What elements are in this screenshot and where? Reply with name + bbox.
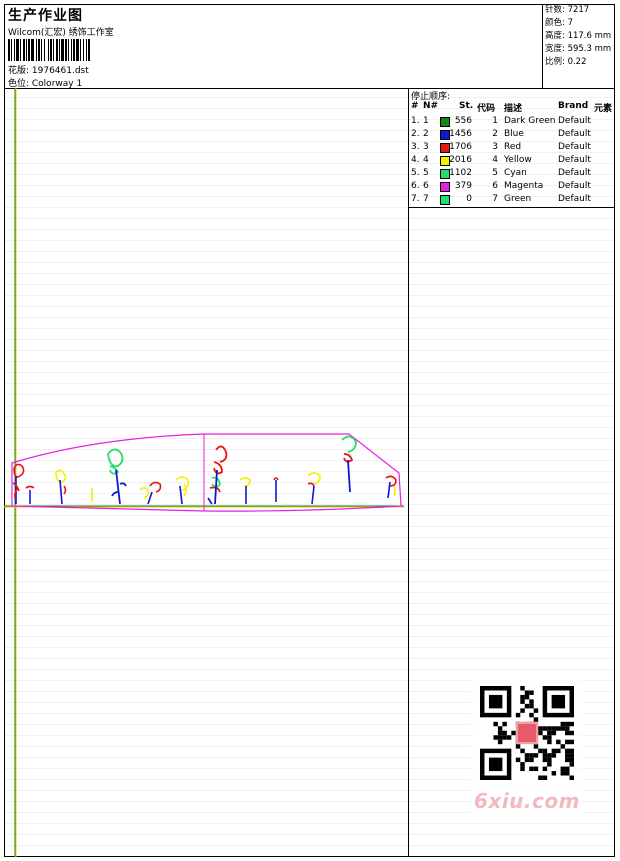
color-count: 颜色: 7 (545, 18, 573, 28)
color-swatch (440, 195, 450, 205)
row-no: 6 (423, 181, 429, 191)
col-num: # (411, 101, 419, 111)
col-brand: Brand (558, 101, 589, 111)
flower-12 (307, 472, 321, 505)
sequence-row: 5. 5 1102 5 Cyan Default (409, 167, 615, 180)
row-desc: Magenta (504, 181, 544, 191)
row-brand: Default (558, 155, 591, 165)
flower-11 (273, 477, 279, 502)
row-desc: Green (504, 194, 532, 204)
flower-10 (239, 477, 251, 504)
design-height: 高度: 117.6 mm (545, 31, 612, 41)
flower-6 (139, 481, 162, 505)
sequence-row: 7. 7 0 7 Green Default (409, 193, 615, 206)
row-num: 6. (411, 181, 420, 191)
header: 生产作业图 Wilcom(汇宏) 绣饰工作室 花版: 1976461.dst 色… (4, 4, 542, 89)
col-code: 代码 (477, 104, 496, 114)
flower-13 (341, 435, 357, 493)
row-brand: Default (558, 116, 591, 126)
col-desc: 描述 (504, 104, 523, 114)
stitch-count: 针数: 7217 (545, 5, 590, 15)
row-num: 7. (411, 194, 420, 204)
flower-5 (107, 448, 127, 505)
row-code: 5 (492, 168, 498, 178)
color-swatch (440, 182, 450, 192)
row-code: 7 (492, 194, 498, 204)
row-desc: Yellow (504, 155, 532, 165)
barcode (8, 39, 142, 61)
flower-14 (385, 475, 397, 499)
flower-8 (207, 497, 213, 505)
barcode-bar (90, 39, 91, 61)
sequence-header: # N# St. 代码 描述 Brand 元素 (409, 101, 615, 114)
row-num: 5. (411, 168, 420, 178)
row-stitches: 2016 (449, 155, 472, 165)
row-num: 1. (411, 116, 420, 126)
row-code: 4 (492, 155, 498, 165)
row-stitches: 1456 (449, 129, 472, 139)
row-desc: Red (504, 142, 522, 152)
sequence-row: 4. 4 2016 4 Yellow Default (409, 154, 615, 167)
sequence-divider (409, 207, 615, 208)
flower-7 (175, 476, 190, 505)
row-no: 1 (423, 116, 429, 126)
row-brand: Default (558, 142, 591, 152)
sequence-row: 1. 1 556 1 Dark Green Default (409, 115, 615, 128)
row-code: 6 (492, 181, 498, 191)
row-stitches: 379 (454, 181, 472, 191)
flower-2 (25, 485, 35, 504)
company-name: Wilcom(汇宏) 绣饰工作室 (8, 28, 114, 38)
row-stitches: 0 (466, 194, 472, 204)
row-num: 4. (411, 155, 420, 165)
row-stitches: 1706 (449, 142, 472, 152)
flower-1 (12, 463, 25, 504)
row-code: 1 (492, 116, 498, 126)
row-brand: Default (558, 181, 591, 191)
col-elem: 元素 (594, 104, 613, 114)
row-no: 7 (423, 194, 429, 204)
row-no: 5 (423, 168, 429, 178)
sequence-row: 2. 2 1456 2 Blue Default (409, 128, 615, 141)
color-swatch (440, 117, 450, 127)
row-desc: Blue (504, 129, 524, 139)
row-brand: Default (558, 129, 591, 139)
row-stitches: 1102 (449, 168, 472, 178)
sequence-row: 6. 6 379 6 Magenta Default (409, 180, 615, 193)
embroidery-preview (4, 88, 404, 857)
row-desc: Cyan (504, 168, 527, 178)
row-code: 3 (492, 142, 498, 152)
row-no: 2 (423, 129, 429, 139)
flower-9 (209, 445, 228, 505)
col-no: N# (423, 101, 439, 111)
page-title: 生产作业图 (8, 8, 83, 24)
row-desc: Dark Green (504, 116, 556, 126)
qr-code (480, 686, 574, 780)
specs-panel: 针数: 7217 颜色: 7 高度: 117.6 mm 宽度: 595.3 mm… (542, 4, 615, 88)
row-brand: Default (558, 194, 591, 204)
design-width: 宽度: 595.3 mm (545, 44, 612, 54)
row-no: 3 (423, 142, 429, 152)
row-num: 3. (411, 142, 420, 152)
scale: 比例: 0.22 (545, 57, 587, 67)
flower-3 (55, 469, 67, 505)
col-st: St. (459, 101, 474, 111)
row-num: 2. (411, 129, 420, 139)
row-code: 2 (492, 129, 498, 139)
row-no: 4 (423, 155, 429, 165)
row-brand: Default (558, 168, 591, 178)
sequence-row: 3. 3 1706 3 Red Default (409, 141, 615, 154)
row-stitches: 556 (454, 116, 472, 126)
magenta-outline (11, 433, 402, 512)
watermark-text: 6xiu.com (474, 789, 580, 813)
design-file: 花版: 1976461.dst (8, 66, 89, 76)
design-canvas (4, 88, 409, 857)
